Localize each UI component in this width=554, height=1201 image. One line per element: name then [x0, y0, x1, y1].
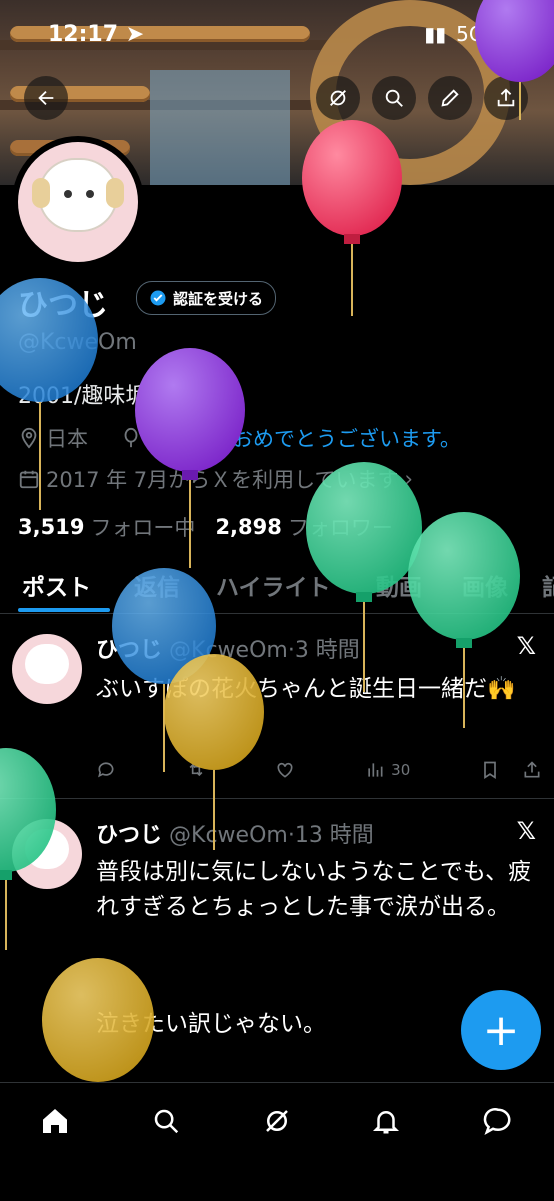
balloon-purple-top: [475, 0, 554, 120]
chat-bubble-icon: [483, 1108, 511, 1135]
balloon-gold-mid: [164, 654, 264, 850]
birthday-balloons: [0, 0, 554, 1082]
nav-messages[interactable]: [478, 1101, 518, 1141]
bottom-navigation: [0, 1082, 554, 1201]
nav-search[interactable]: [146, 1101, 186, 1141]
home-icon: [43, 1109, 67, 1133]
balloon-red: [302, 120, 402, 316]
balloon-green-left: [0, 748, 56, 950]
search-icon: [154, 1109, 179, 1134]
balloon-green-right: [408, 512, 520, 728]
grok-icon: [266, 1110, 288, 1132]
balloon-green-mid: [306, 462, 422, 692]
balloon-purple: [135, 348, 245, 568]
balloon-gold-bottom: [42, 958, 154, 1082]
nav-home[interactable]: [35, 1101, 75, 1141]
nav-grok[interactable]: [257, 1101, 297, 1141]
nav-notifications[interactable]: [366, 1101, 406, 1141]
bell-icon: [372, 1111, 400, 1134]
compose-post-button[interactable]: +: [461, 990, 541, 1070]
balloon-blue-left: [0, 278, 98, 510]
